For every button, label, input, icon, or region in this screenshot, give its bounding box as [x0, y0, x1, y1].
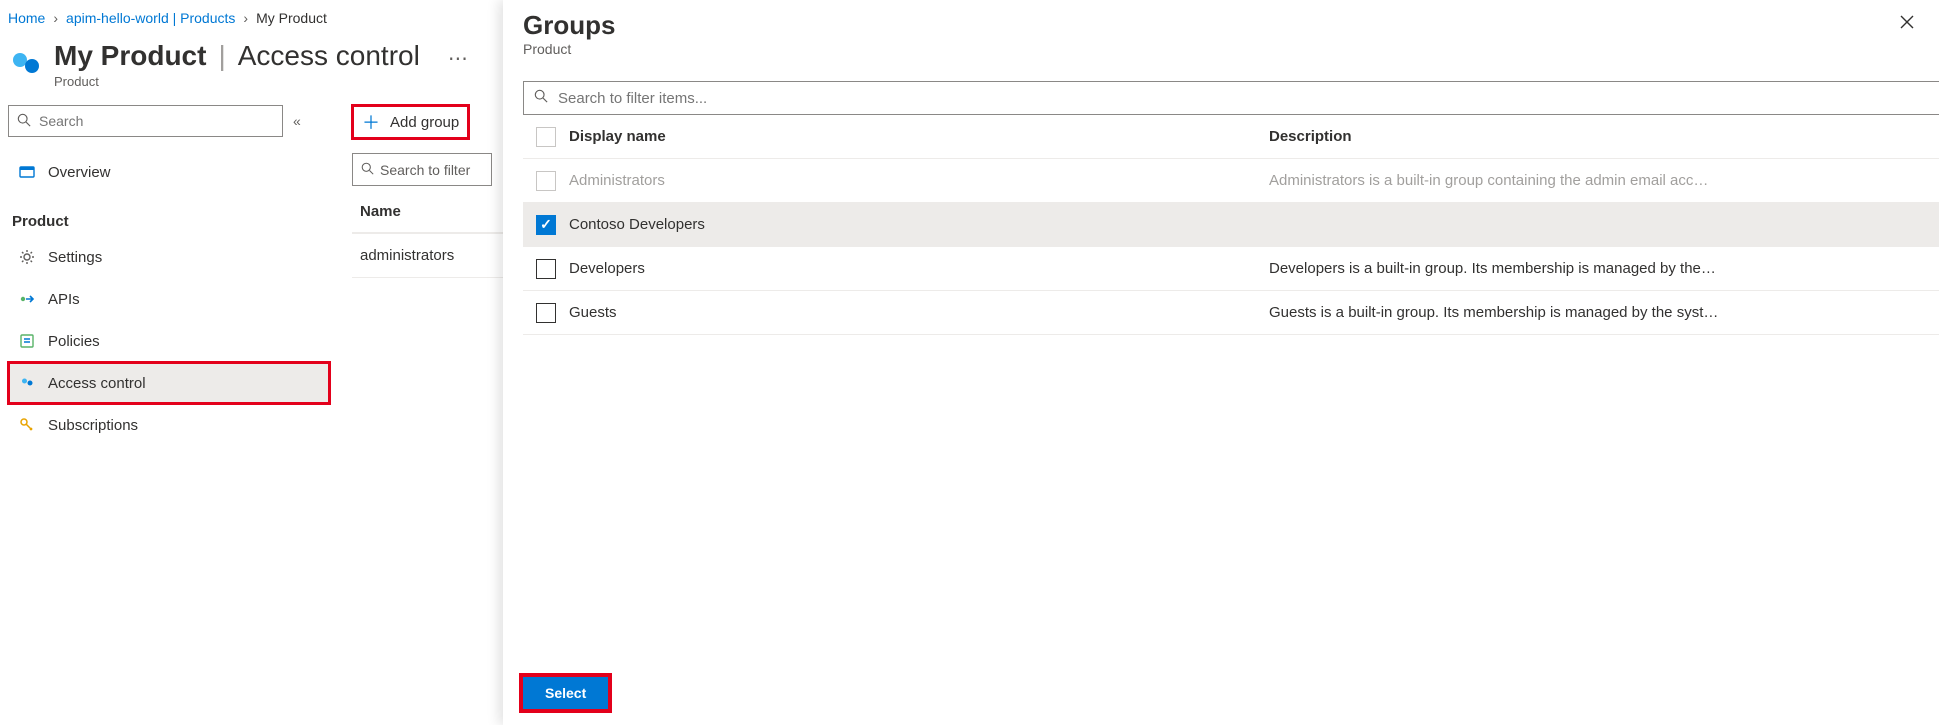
page-title: My Product	[54, 40, 206, 72]
chevron-right-icon: ›	[53, 10, 58, 26]
panel-subtitle: Product	[523, 41, 615, 57]
search-icon	[361, 162, 374, 178]
breadcrumb-current: My Product	[256, 10, 327, 26]
resource-type: Product	[54, 74, 470, 89]
content-filter[interactable]: Search to filter	[352, 153, 492, 186]
people-icon	[18, 374, 36, 392]
row-checkbox[interactable]	[536, 303, 556, 323]
row-name: Guests	[569, 304, 1269, 321]
search-icon	[17, 113, 31, 130]
grid-row-developers[interactable]: Developers Developers is a built-in grou…	[523, 247, 1939, 291]
row-name: Administrators	[569, 172, 1269, 189]
col-display-name[interactable]: Display name	[569, 128, 1269, 145]
chevron-right-icon: ›	[243, 10, 248, 26]
collapse-sidebar-button[interactable]: «	[289, 109, 305, 133]
sidebar: « Overview Product Settings APIs Poli	[0, 97, 330, 446]
sidebar-item-access-control[interactable]: Access control	[8, 362, 330, 404]
sidebar-search-input[interactable]	[37, 112, 274, 130]
close-icon	[1899, 14, 1915, 30]
sidebar-item-settings[interactable]: Settings	[8, 236, 330, 278]
row-checkbox	[536, 171, 556, 191]
breadcrumb-home[interactable]: Home	[8, 10, 45, 26]
add-group-label: Add group	[390, 114, 459, 131]
row-name: Contoso Developers	[569, 216, 1269, 233]
groups-panel: Groups Product Display name Description …	[503, 0, 1939, 725]
page-section: Access control	[238, 40, 420, 72]
grid-row-guests[interactable]: Guests Guests is a built-in group. Its m…	[523, 291, 1939, 335]
gear-icon	[18, 248, 36, 266]
close-button[interactable]	[1895, 10, 1919, 37]
sidebar-item-subscriptions[interactable]: Subscriptions	[8, 404, 330, 446]
apis-icon	[18, 290, 36, 308]
sidebar-item-policies[interactable]: Policies	[8, 320, 330, 362]
sidebar-item-label: Overview	[48, 164, 111, 181]
panel-search[interactable]	[523, 81, 1939, 115]
title-separator: |	[218, 40, 225, 72]
sidebar-item-label: Access control	[48, 375, 146, 392]
row-name: Developers	[569, 260, 1269, 277]
select-button[interactable]: Select	[523, 677, 608, 709]
more-button[interactable]: ⋯	[448, 46, 470, 71]
col-description[interactable]: Description	[1269, 128, 1939, 145]
row-desc: Developers is a built-in group. Its memb…	[1269, 260, 1939, 277]
sidebar-item-label: Policies	[48, 333, 100, 350]
overview-icon	[18, 163, 36, 181]
row-checkbox[interactable]	[536, 259, 556, 279]
panel-search-input[interactable]	[556, 89, 1929, 108]
sidebar-item-overview[interactable]: Overview	[8, 151, 330, 193]
row-desc: Administrators is a built-in group conta…	[1269, 172, 1939, 189]
add-group-button[interactable]: ＋ Add group	[352, 105, 469, 139]
grid-header: Display name Description	[523, 115, 1939, 159]
sidebar-item-label: APIs	[48, 291, 80, 308]
sidebar-search[interactable]	[8, 105, 283, 137]
breadcrumb-service[interactable]: apim-hello-world | Products	[66, 10, 235, 26]
sidebar-section-product: Product	[8, 193, 330, 236]
product-icon	[8, 46, 44, 82]
sidebar-item-label: Settings	[48, 249, 102, 266]
policies-icon	[18, 332, 36, 350]
plus-icon: ＋	[362, 109, 380, 135]
sidebar-item-label: Subscriptions	[48, 417, 138, 434]
filter-placeholder: Search to filter	[380, 162, 470, 178]
col-name: Name	[360, 203, 401, 220]
search-icon	[534, 89, 548, 107]
select-all-checkbox[interactable]	[536, 127, 556, 147]
row-checkbox[interactable]	[536, 215, 556, 235]
sidebar-item-apis[interactable]: APIs	[8, 278, 330, 320]
row-desc: Guests is a built-in group. Its membersh…	[1269, 304, 1939, 321]
grid-row-administrators: Administrators Administrators is a built…	[523, 159, 1939, 203]
key-icon	[18, 416, 36, 434]
cell-name: administrators	[360, 247, 454, 264]
panel-title: Groups	[523, 10, 615, 41]
grid-row-contoso-developers[interactable]: Contoso Developers	[523, 203, 1939, 247]
